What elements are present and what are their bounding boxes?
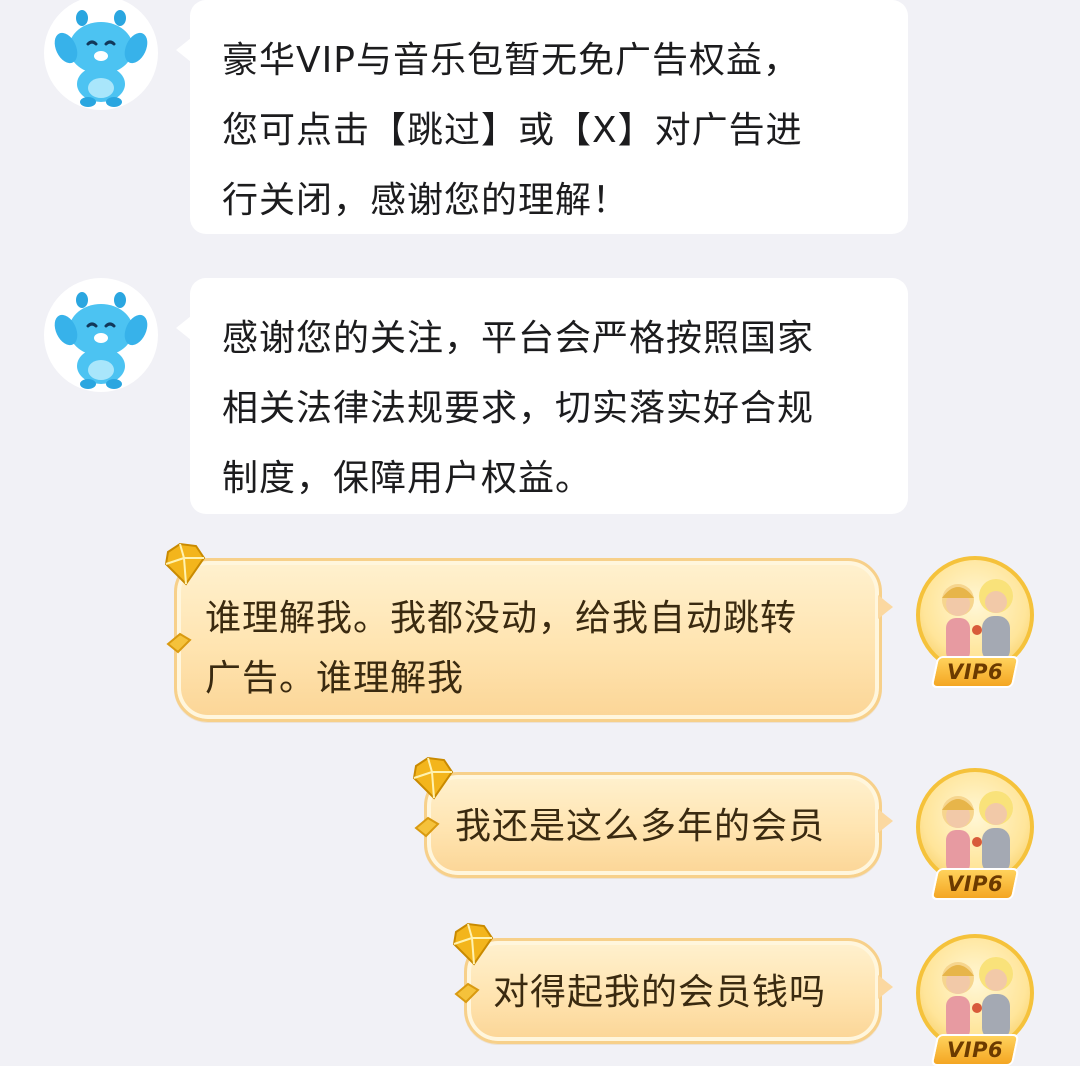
- vip-level-badge: VIP6: [930, 1034, 1020, 1066]
- message-line: 谁理解我。我都没动，给我自动跳转: [205, 598, 798, 639]
- couple-figurine-icon: [942, 957, 1013, 1040]
- gold-gem-icon: [450, 922, 496, 966]
- outgoing-message-bubble[interactable]: 我还是这么多年的会员: [424, 772, 893, 878]
- vip-level-text: VIP6: [946, 872, 1004, 896]
- vip-level-badge: VIP6: [930, 656, 1020, 688]
- message-line: 感谢您的关注，平台会严格按照国家: [222, 318, 815, 359]
- vip-level-text: VIP6: [946, 660, 1004, 684]
- message-row-outgoing-3: 对得起我的会员钱吗 VIP6: [0, 922, 1080, 1066]
- message-line: 制度，保障用户权益。: [222, 458, 593, 499]
- blue-mascot-icon: [54, 292, 148, 389]
- message-row-outgoing-1: 谁理解我。我都没动，给我自动跳转 广告。谁理解我 VIP6: [0, 540, 1080, 740]
- vip-level-badge: VIP6: [930, 868, 1020, 900]
- message-line: 我还是这么多年的会员: [455, 806, 826, 847]
- bot-avatar[interactable]: [44, 0, 158, 110]
- message-row-incoming-1: 豪华VIP与音乐包暂无免广告权益， 您可点击【跳过】或【X】对广告进 行关闭，感…: [0, 0, 1080, 240]
- message-line: 广告。谁理解我: [205, 658, 465, 699]
- incoming-message-bubble[interactable]: 感谢您的关注，平台会严格按照国家 相关法律法规要求，切实落实好合规 制度，保障用…: [176, 278, 908, 514]
- message-line: 对得起我的会员钱吗: [493, 972, 827, 1013]
- sparkle-icon: [166, 632, 192, 654]
- sparkle-icon: [414, 816, 440, 838]
- vip-level-text: VIP6: [946, 1038, 1004, 1062]
- gold-gem-icon: [162, 542, 208, 586]
- couple-figurine-icon: [942, 791, 1013, 874]
- gold-gem-icon: [410, 756, 456, 800]
- message-line: 豪华VIP与音乐包暂无免广告权益，: [222, 40, 800, 81]
- user-avatar[interactable]: VIP6: [912, 556, 1038, 688]
- bot-avatar[interactable]: [44, 278, 158, 392]
- sparkle-icon: [454, 982, 480, 1004]
- outgoing-message-bubble[interactable]: 谁理解我。我都没动，给我自动跳转 广告。谁理解我: [174, 558, 893, 722]
- message-line: 行关闭，感谢您的理解！: [222, 180, 630, 221]
- couple-figurine-icon: [942, 579, 1013, 662]
- user-avatar[interactable]: VIP6: [912, 934, 1038, 1066]
- incoming-message-bubble[interactable]: 豪华VIP与音乐包暂无免广告权益， 您可点击【跳过】或【X】对广告进 行关闭，感…: [176, 0, 908, 234]
- message-line: 相关法律法规要求，切实落实好合规: [222, 388, 815, 429]
- message-row-outgoing-2: 我还是这么多年的会员 VIP6: [0, 756, 1080, 916]
- user-avatar[interactable]: VIP6: [912, 768, 1038, 900]
- message-line: 您可点击【跳过】或【X】对广告进: [222, 110, 803, 151]
- message-row-incoming-2: 感谢您的关注，平台会严格按照国家 相关法律法规要求，切实落实好合规 制度，保障用…: [0, 278, 1080, 518]
- outgoing-message-bubble[interactable]: 对得起我的会员钱吗: [464, 938, 893, 1044]
- blue-mascot-icon: [54, 10, 148, 107]
